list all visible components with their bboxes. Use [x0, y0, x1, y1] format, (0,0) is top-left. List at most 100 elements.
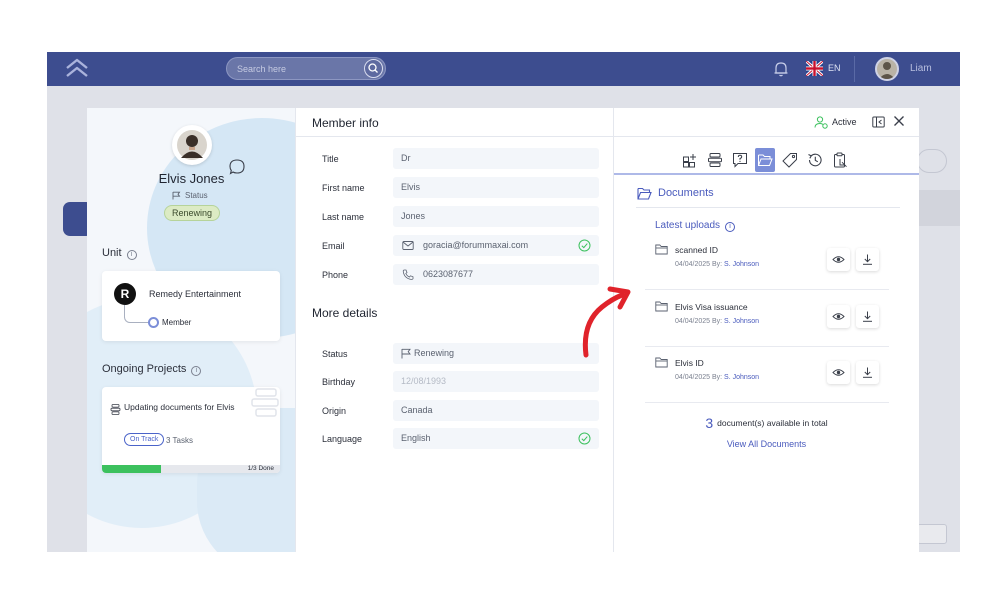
folder-open-icon [758, 154, 773, 166]
project-progress-bar: 1/3 Done [102, 465, 280, 473]
search-placeholder: Search here [237, 64, 287, 74]
info-icon[interactable]: i [126, 250, 137, 260]
documents-total-text: document(s) available in total [717, 418, 828, 428]
status-label-row: Status [172, 191, 208, 200]
phone-value: 0623087677 [423, 269, 474, 279]
member-name: Elvis Jones [158, 171, 225, 186]
document-row[interactable]: scanned ID 04/04/2025 By: S. Johnson [645, 234, 889, 290]
view-document-button[interactable] [827, 361, 850, 384]
document-author[interactable]: S. Johnson [724, 261, 759, 268]
info-icon[interactable]: i [191, 366, 202, 376]
user-silhouette-icon [879, 62, 895, 79]
view-document-button[interactable] [827, 305, 850, 328]
download-document-button[interactable] [856, 361, 879, 384]
document-meta: 04/04/2025 By: S. Johnson [675, 318, 759, 325]
document-name: scanned ID [675, 245, 718, 255]
documents-total-count: 3 [705, 415, 714, 431]
clipboard-user-icon [834, 152, 847, 168]
title-field[interactable]: Dr [393, 148, 599, 169]
document-name: Elvis ID [675, 358, 704, 368]
background-panel [919, 190, 960, 226]
member-photo-icon [177, 130, 207, 160]
language-value: English [401, 433, 431, 443]
stack-watermark-icon [251, 388, 279, 417]
eye-icon [832, 313, 845, 320]
member-profile-modal: Elvis Jones Status Renewing Unit i R Reme… [87, 108, 919, 552]
view-document-button[interactable] [827, 248, 850, 271]
background-search-pill [917, 149, 947, 173]
history-icon [808, 153, 822, 167]
tab-bar-underline [614, 173, 919, 175]
member-avatar[interactable] [172, 125, 212, 165]
status-field-value: Renewing [414, 348, 455, 358]
document-date: 04/04/2025 By: [675, 318, 723, 325]
unit-section-title: Unit i [102, 247, 137, 260]
language-field[interactable]: English [393, 428, 599, 449]
phone-field[interactable]: 0623087677 [393, 264, 599, 285]
status-field[interactable]: Renewing [393, 343, 599, 364]
annotation-arrow-icon [582, 286, 631, 358]
search-input[interactable]: Search here [226, 57, 386, 80]
origin-field[interactable]: Canada [393, 400, 599, 421]
document-name: Elvis Visa issuance [675, 302, 748, 312]
info-icon[interactable]: i [725, 222, 736, 232]
document-date: 04/04/2025 By: [675, 374, 723, 381]
view-all-documents-link[interactable]: View All Documents [614, 439, 919, 449]
tab-questions[interactable] [730, 148, 750, 172]
flag-icon [401, 348, 411, 359]
birthday-field[interactable]: 12/08/1993 [393, 371, 599, 392]
tab-history[interactable] [805, 148, 825, 172]
member-info-title: Member info [312, 116, 379, 130]
document-row[interactable]: Elvis ID 04/04/2025 By: S. Johnson [645, 347, 889, 403]
documents-divider [636, 207, 900, 208]
tab-clipboard[interactable] [830, 148, 850, 172]
document-date: 04/04/2025 By: [675, 261, 723, 268]
email-value: goracia@forummaxai.com [423, 240, 529, 250]
download-document-button[interactable] [856, 305, 879, 328]
collapse-panel-icon[interactable] [872, 116, 885, 128]
email-field[interactable]: goracia@forummaxai.com [393, 235, 599, 256]
verified-check-icon [578, 432, 591, 445]
tab-tags[interactable] [780, 148, 800, 172]
active-status-label[interactable]: Active [832, 117, 857, 127]
tab-add-widget[interactable] [680, 148, 700, 172]
last-name-field[interactable]: Jones [393, 206, 599, 227]
chevron-up-logo-icon[interactable] [64, 56, 90, 82]
project-task-count: 3 Tasks [166, 436, 193, 445]
stack-icon [708, 153, 722, 167]
latest-uploads-title: Latest uploads i [655, 220, 736, 232]
project-card[interactable]: Updating documents for Elvis On Track 3 … [102, 387, 280, 473]
folder-open-icon [637, 187, 652, 200]
tab-documents[interactable] [755, 148, 775, 172]
question-chat-icon [733, 153, 747, 168]
document-author[interactable]: S. Johnson [724, 318, 759, 325]
tag-icon [782, 153, 797, 168]
download-document-button[interactable] [856, 248, 879, 271]
project-progress-label: 1/3 Done [247, 465, 274, 472]
uk-flag-icon[interactable] [806, 61, 823, 76]
profile-sidebar: Elvis Jones Status Renewing Unit i R Reme… [87, 108, 296, 552]
search-icon [368, 63, 378, 73]
first-name-field[interactable]: Elvis [393, 177, 599, 198]
email-label: Email [322, 241, 345, 251]
header-divider [614, 136, 919, 137]
birthday-value: 12/08/1993 [401, 376, 447, 386]
organization-logo: R [114, 283, 136, 305]
folder-icon [655, 244, 668, 255]
document-author[interactable]: S. Johnson [724, 374, 759, 381]
background-select [917, 524, 947, 544]
user-avatar[interactable] [875, 57, 899, 81]
username-label[interactable]: Liam [910, 63, 932, 74]
status-label: Status [185, 191, 208, 200]
language-label: Language [322, 434, 363, 444]
close-icon[interactable] [893, 115, 905, 127]
unit-card[interactable]: R Remedy Entertainment Member [102, 271, 280, 341]
language-selector[interactable]: EN [828, 63, 841, 73]
projects-section-title: Ongoing Projects i [102, 363, 202, 376]
search-button[interactable] [364, 59, 383, 78]
bell-icon[interactable] [772, 60, 790, 78]
document-row[interactable]: Elvis Visa issuance 04/04/2025 By: S. Jo… [645, 291, 889, 347]
tab-stack[interactable] [705, 148, 725, 172]
latest-uploads-label: Latest uploads [655, 220, 721, 231]
document-meta: 04/04/2025 By: S. Johnson [675, 261, 759, 268]
